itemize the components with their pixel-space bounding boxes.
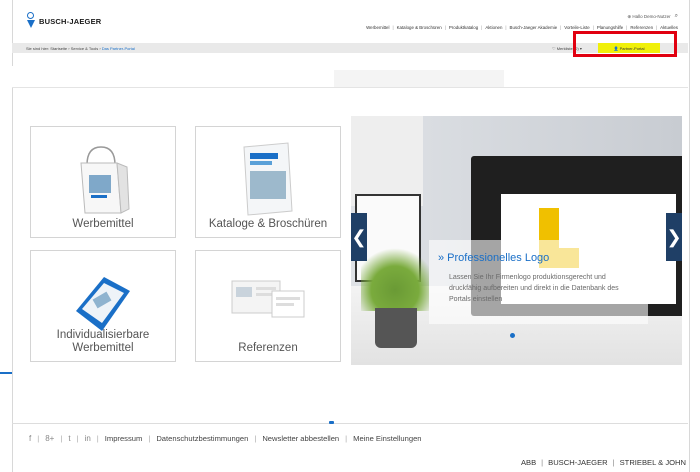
tile-label: Werbemittel <box>72 218 134 230</box>
nav-item[interactable]: Busch-Jaeger Akademie <box>510 25 558 30</box>
slider-dot[interactable] <box>520 333 524 337</box>
slider-dot[interactable] <box>492 333 496 337</box>
breadcrumb-current: Das Partner-Portal <box>101 45 135 51</box>
nav-separator: | <box>392 25 394 30</box>
search-icon[interactable]: ⌕ <box>675 13 678 20</box>
references-icon <box>231 280 305 318</box>
nav-item[interactable]: Referenzen <box>630 25 653 30</box>
nav-item[interactable]: Aktionen <box>485 25 502 30</box>
footer-separator: | <box>60 434 63 443</box>
tile-individualisierbare-werbemittel[interactable]: Individualisierbare Werbemittel <box>30 250 176 362</box>
brand-name: BUSCH-JAEGER <box>39 16 102 26</box>
footer-separator: | <box>96 434 99 443</box>
footer-links: f | 8+ | t | in | Impressum | Datenschutzbestimmun… <box>29 434 422 443</box>
slider-dots <box>474 332 542 338</box>
nav-item[interactable]: Vorteile-Liste <box>564 25 589 30</box>
nav-separator: | <box>481 25 483 30</box>
footer-divider <box>12 423 688 424</box>
nav-separator: | <box>444 25 446 30</box>
slide-text: Lassen Sie Ihr Firmenlogo produktionsger… <box>449 274 619 303</box>
tile-werbemittel[interactable]: Werbemittel <box>30 126 176 238</box>
slider-dot[interactable] <box>510 332 515 338</box>
nav-item[interactable]: Planungshilfe <box>597 25 623 30</box>
nav-separator: | <box>560 25 562 30</box>
tile-kataloge[interactable]: Kataloge & Broschüren <box>195 126 341 238</box>
slider-dot[interactable] <box>538 333 542 337</box>
footer-link[interactable]: Impressum <box>105 434 143 443</box>
nav-item[interactable]: Kataloge & Broschüren <box>397 25 442 30</box>
intro-strip <box>12 66 688 88</box>
main-nav: Werbemittel | Kataloge & Broschüren | Produk… <box>366 25 678 30</box>
tile-referenzen[interactable]: Referenzen <box>195 250 341 362</box>
footer-separator: | <box>148 434 151 443</box>
googleplus-icon[interactable]: 8+ <box>45 434 54 443</box>
brand-separator: | <box>612 458 615 467</box>
slide-caption: » Professionelles Logo Lassen Sie Ihr Fi… <box>429 240 648 324</box>
nav-item[interactable]: Werbemittel <box>366 25 389 30</box>
footer-separator: | <box>254 434 257 443</box>
footer-link[interactable]: Datenschutzbestimmungen <box>156 434 248 443</box>
nav-separator: | <box>592 25 594 30</box>
brand-logo[interactable]: BUSCH-JAEGER <box>26 12 101 30</box>
footer-separator: | <box>345 434 348 443</box>
utility-nav: ⊕ Hallo Demo-Nutzer ⌕ <box>627 13 678 20</box>
twitter-icon[interactable]: t <box>68 434 70 443</box>
footer-link[interactable]: Meine Einstellungen <box>353 434 421 443</box>
footer-link[interactable]: Newsletter abbestellen <box>262 434 339 443</box>
nav-separator: | <box>626 25 628 30</box>
breadcrumb-item[interactable]: Service & Tools <box>71 46 99 51</box>
breadcrumb-item[interactable]: Startseite <box>50 46 67 51</box>
breadcrumb-label: Sie sind hier: <box>26 45 50 51</box>
poster-image <box>351 116 423 206</box>
side-marker <box>0 372 12 374</box>
hero-slider[interactable]: » Professionelles Logo Lassen Sie Ihr Fi… <box>351 116 682 365</box>
highlight-box <box>573 31 677 57</box>
chevron-right-icon[interactable]: ❯ <box>666 213 682 261</box>
slider-dot[interactable] <box>529 333 533 337</box>
tile-label: Kataloge & Broschüren <box>208 218 328 230</box>
plant-image <box>361 241 429 311</box>
slide-title: » Professionelles Logo <box>438 252 550 264</box>
catalog-icon <box>243 142 293 216</box>
slider-dot[interactable] <box>483 333 487 337</box>
busch-jaeger-logo-icon <box>26 12 36 30</box>
breadcrumb: Sie sind hier: Startseite › Service & To… <box>26 45 135 51</box>
tile-label: Referenzen <box>238 342 298 354</box>
nav-separator: | <box>505 25 507 30</box>
brand-links: ABB | BUSCH-JAEGER | STRIEBEL & JOHN <box>521 458 686 467</box>
scroll-marker <box>329 421 334 424</box>
slider-dot[interactable] <box>474 333 478 337</box>
brand-separator: | <box>541 458 544 467</box>
nav-item[interactable]: Produktkatalog <box>449 25 478 30</box>
login-link[interactable]: ⊕ Hallo Demo-Nutzer <box>627 14 670 20</box>
nav-item[interactable]: Aktuelles <box>660 25 678 30</box>
nav-separator: | <box>656 25 658 30</box>
facebook-icon[interactable]: f <box>29 434 31 443</box>
footer-separator: | <box>76 434 79 443</box>
brand-link[interactable]: ABB <box>521 458 536 467</box>
chevron-left-icon[interactable]: ❮ <box>351 213 367 261</box>
linkedin-icon[interactable]: in <box>85 434 91 443</box>
footer-separator: | <box>37 434 40 443</box>
brochure-icon <box>76 277 130 331</box>
heart-icon: ♡ <box>552 45 556 51</box>
brand-link[interactable]: STRIEBEL & JOHN <box>620 458 686 467</box>
shopping-bag-icon <box>80 146 130 214</box>
tile-label: Individualisierbare Werbemittel <box>56 329 150 354</box>
slider-dot[interactable] <box>501 333 505 337</box>
brand-link[interactable]: BUSCH-JAEGER <box>548 458 608 467</box>
